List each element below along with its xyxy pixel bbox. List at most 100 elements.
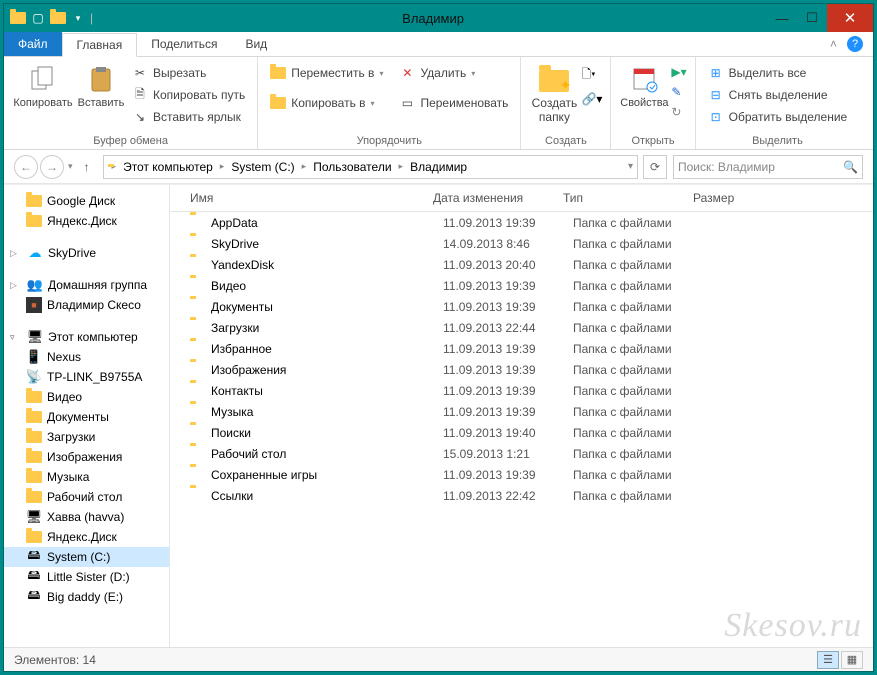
- select-none-button[interactable]: ⊟Снять выделение: [704, 85, 852, 105]
- move-to-button[interactable]: Переместить в ▾: [266, 63, 387, 83]
- back-button[interactable]: ←: [14, 155, 38, 179]
- sidebar-item-this-pc[interactable]: ▿🖥Этот компьютер: [4, 327, 169, 347]
- sidebar-item-user[interactable]: ■Владимир Скесо: [4, 295, 169, 315]
- easy-access-icon[interactable]: 🔗▾: [581, 92, 602, 106]
- sidebar-item-google-disk[interactable]: Google Диск: [4, 191, 169, 211]
- router-icon: 📡: [26, 369, 42, 385]
- qat-dropdown-icon[interactable]: ▾: [70, 10, 86, 26]
- select-all-button[interactable]: ⊞Выделить все: [704, 63, 852, 83]
- title-bar: ▢ ▾ | Владимир — ☐ ✕: [4, 4, 873, 32]
- table-row[interactable]: Сохраненные игры11.09.2013 19:39Папка с …: [170, 464, 873, 485]
- group-new-label: Создать: [529, 133, 602, 147]
- table-row[interactable]: AppData11.09.2013 19:39Папка с файлами: [170, 212, 873, 233]
- sidebar-item-pictures[interactable]: Изображения: [4, 447, 169, 467]
- sidebar-item-yandex-disk-drive[interactable]: Яндекс.Диск: [4, 527, 169, 547]
- file-type: Папка с файлами: [573, 279, 723, 293]
- sidebar-item-nexus[interactable]: 📱Nexus: [4, 347, 169, 367]
- paste-shortcut-button[interactable]: ↘Вставить ярлык: [128, 107, 249, 127]
- view-details-button[interactable]: ☰: [817, 651, 839, 669]
- breadcrumb-item[interactable]: Этот компьютер: [120, 160, 216, 174]
- new-folder-qat-icon[interactable]: [50, 10, 66, 26]
- delete-button[interactable]: ✕Удалить ▾: [395, 63, 512, 83]
- address-bar[interactable]: ▸ Этот компьютер▸ System (C:)▸ Пользоват…: [103, 155, 638, 179]
- invert-selection-icon: ⊡: [708, 109, 724, 125]
- refresh-button[interactable]: ⟳: [643, 155, 667, 179]
- folder-icon: [190, 278, 206, 294]
- up-button[interactable]: ↑: [77, 157, 97, 177]
- view-icons-button[interactable]: ▦: [841, 651, 863, 669]
- history-dropdown-icon[interactable]: ▾: [66, 161, 75, 172]
- tab-home[interactable]: Главная: [62, 33, 138, 57]
- sidebar-item-big-daddy[interactable]: 🖴Big daddy (E:): [4, 587, 169, 607]
- drive-icon: 🖴: [26, 549, 42, 565]
- sidebar-item-skydrive[interactable]: ▷☁SkyDrive: [4, 243, 169, 263]
- folder-icon: [190, 446, 206, 462]
- documents-icon: [26, 409, 42, 425]
- table-row[interactable]: Изображения11.09.2013 19:39Папка с файла…: [170, 359, 873, 380]
- sidebar-item-yandex-disk[interactable]: Яндекс.Диск: [4, 211, 169, 231]
- file-date: 11.09.2013 19:39: [443, 279, 573, 293]
- table-row[interactable]: Видео11.09.2013 19:39Папка с файлами: [170, 275, 873, 296]
- properties-qat-icon[interactable]: ▢: [30, 10, 46, 26]
- sidebar-item-video[interactable]: Видео: [4, 387, 169, 407]
- properties-button[interactable]: Свойства: [619, 61, 669, 131]
- table-row[interactable]: Документы11.09.2013 19:39Папка с файлами: [170, 296, 873, 317]
- address-dropdown-icon[interactable]: ▾: [628, 161, 633, 172]
- desktop-icon: [26, 489, 42, 505]
- new-folder-button[interactable]: Создатьпапку: [529, 61, 579, 131]
- edit-icon[interactable]: ✎: [671, 85, 686, 99]
- sidebar-item-downloads[interactable]: Загрузки: [4, 427, 169, 447]
- paste-button[interactable]: Вставить: [76, 61, 126, 131]
- copy-to-button[interactable]: Копировать в ▾: [266, 93, 387, 113]
- table-row[interactable]: Поиски11.09.2013 19:40Папка с файлами: [170, 422, 873, 443]
- sidebar-item-system-c[interactable]: 🖴System (C:): [4, 547, 169, 567]
- search-input[interactable]: Поиск: Владимир 🔍: [673, 155, 863, 179]
- table-row[interactable]: YandexDisk11.09.2013 20:40Папка с файлам…: [170, 254, 873, 275]
- cut-button[interactable]: ✂Вырезать: [128, 63, 249, 83]
- file-name: Избранное: [211, 342, 443, 356]
- file-list[interactable]: AppData11.09.2013 19:39Папка с файламиSk…: [170, 212, 873, 647]
- open-icon[interactable]: ▶▾: [671, 65, 686, 79]
- table-row[interactable]: Рабочий стол15.09.2013 1:21Папка с файла…: [170, 443, 873, 464]
- google-drive-icon: [26, 193, 42, 209]
- tab-file[interactable]: Файл: [4, 32, 62, 56]
- column-header-size[interactable]: Размер: [685, 191, 873, 205]
- close-button[interactable]: ✕: [827, 4, 873, 32]
- forward-button[interactable]: →: [40, 155, 64, 179]
- invert-selection-button[interactable]: ⊡Обратить выделение: [704, 107, 852, 127]
- maximize-button[interactable]: ☐: [797, 4, 827, 32]
- history-icon[interactable]: ↻: [671, 105, 686, 119]
- column-header-date[interactable]: Дата изменения: [425, 191, 555, 205]
- rename-button[interactable]: ▭Переименовать: [395, 93, 512, 113]
- sidebar-item-music[interactable]: Музыка: [4, 467, 169, 487]
- sidebar-item-documents[interactable]: Документы: [4, 407, 169, 427]
- new-item-icon[interactable]: 🗋▾: [581, 65, 602, 86]
- breadcrumb-item[interactable]: Владимир: [407, 160, 470, 174]
- table-row[interactable]: Ссылки11.09.2013 22:42Папка с файлами: [170, 485, 873, 506]
- sidebar-item-tplink[interactable]: 📡TP-LINK_B9755A: [4, 367, 169, 387]
- sidebar-item-desktop[interactable]: Рабочий стол: [4, 487, 169, 507]
- sidebar-item-havva[interactable]: 🖥Хавва (havva): [4, 507, 169, 527]
- tab-view[interactable]: Вид: [231, 32, 281, 56]
- breadcrumb-item[interactable]: System (C:): [228, 160, 297, 174]
- navigation-pane[interactable]: Google Диск Яндекс.Диск ▷☁SkyDrive ▷👥Дом…: [4, 185, 170, 647]
- table-row[interactable]: Избранное11.09.2013 19:39Папка с файлами: [170, 338, 873, 359]
- folder-icon: [190, 383, 206, 399]
- minimize-ribbon-icon[interactable]: ˄: [830, 37, 837, 51]
- breadcrumb-item[interactable]: Пользователи: [310, 160, 394, 174]
- copy-path-button[interactable]: 🗎Копировать путь: [128, 85, 249, 105]
- column-header-name[interactable]: Имя: [170, 191, 425, 205]
- sidebar-item-little-sister[interactable]: 🖴Little Sister (D:): [4, 567, 169, 587]
- sidebar-item-homegroup[interactable]: ▷👥Домашняя группа: [4, 275, 169, 295]
- column-header-type[interactable]: Тип: [555, 191, 685, 205]
- yandex-disk-icon: [26, 213, 42, 229]
- tab-share[interactable]: Поделиться: [137, 32, 231, 56]
- minimize-button[interactable]: —: [767, 4, 797, 32]
- music-icon: [26, 469, 42, 485]
- table-row[interactable]: Музыка11.09.2013 19:39Папка с файлами: [170, 401, 873, 422]
- copy-button[interactable]: Копировать: [12, 61, 74, 131]
- table-row[interactable]: Контакты11.09.2013 19:39Папка с файлами: [170, 380, 873, 401]
- table-row[interactable]: SkyDrive14.09.2013 8:46Папка с файлами: [170, 233, 873, 254]
- help-icon[interactable]: ?: [847, 36, 863, 52]
- table-row[interactable]: Загрузки11.09.2013 22:44Папка с файлами: [170, 317, 873, 338]
